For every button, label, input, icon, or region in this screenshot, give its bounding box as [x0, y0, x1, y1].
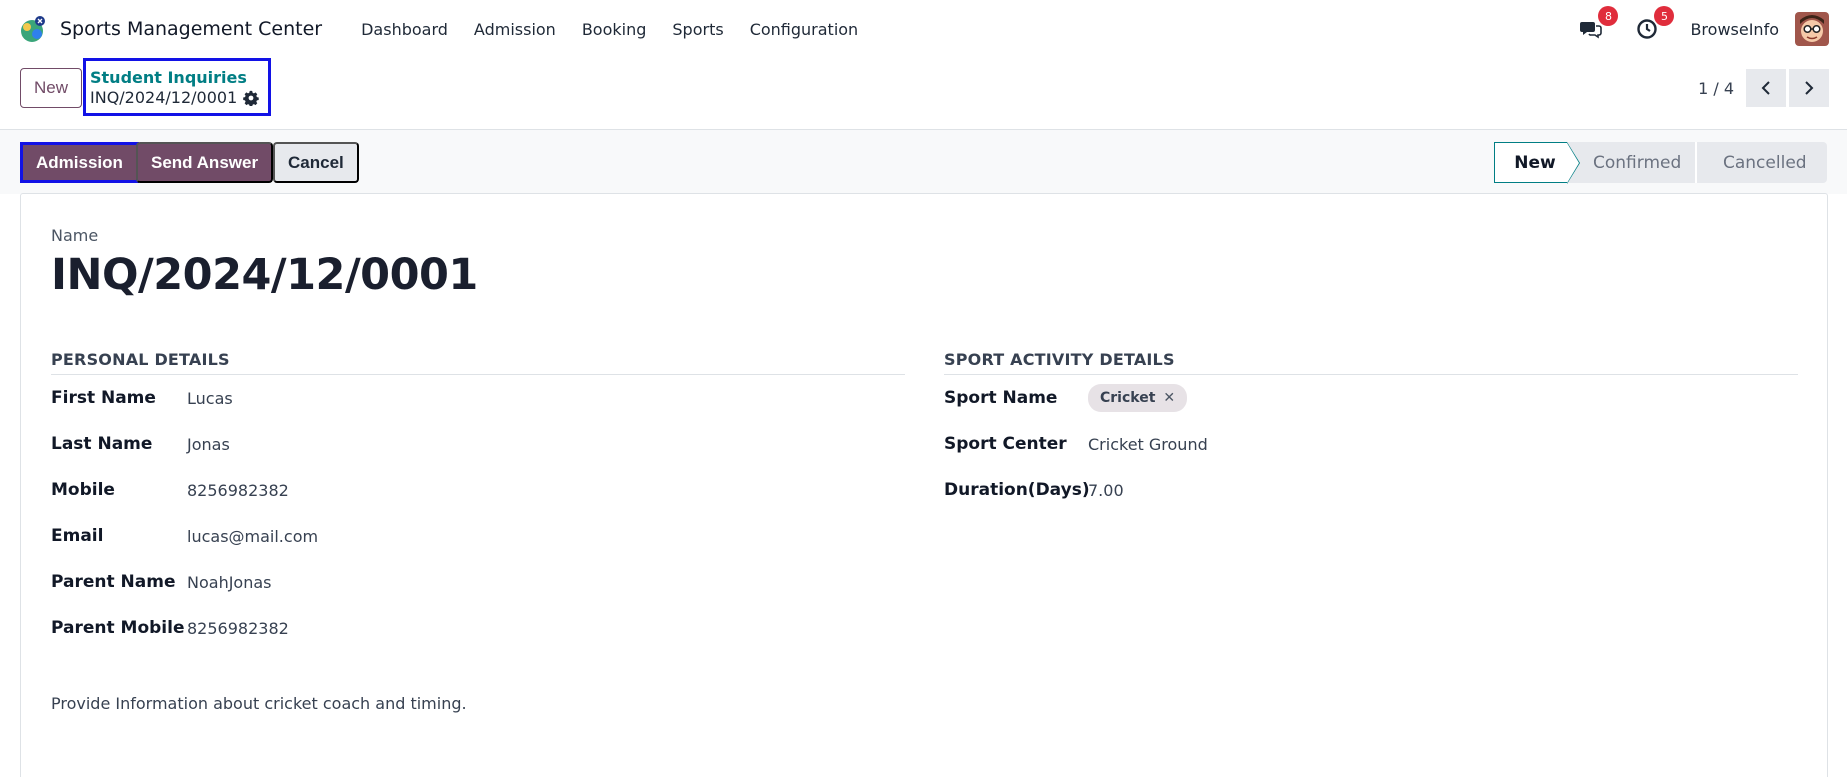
duration-input[interactable]: 7.00: [1088, 481, 1124, 500]
notes-field[interactable]: Provide Information about cricket coach …: [51, 694, 467, 713]
menu-booking[interactable]: Booking: [569, 20, 660, 39]
form-sheet: Name INQ/2024/12/0001 PERSONAL DETAILS F…: [20, 193, 1828, 777]
field-email: Email lucas@mail.com: [51, 513, 905, 559]
activities-count-badge: 5: [1654, 6, 1675, 26]
first-name-label: First Name: [51, 388, 156, 408]
messages-count-badge: 8: [1598, 6, 1619, 26]
menu-configuration[interactable]: Configuration: [737, 20, 872, 39]
send-answer-button[interactable]: Send Answer: [136, 142, 274, 183]
form-statusbar: Admission Send Answer Cancel New Confirm…: [0, 130, 1847, 194]
status-step-confirmed[interactable]: Confirmed: [1567, 142, 1697, 183]
pager-next-button[interactable]: [1789, 69, 1829, 107]
sport-center-input[interactable]: Cricket Ground: [1088, 435, 1208, 454]
field-mobile: Mobile 8256982382: [51, 467, 905, 513]
chevron-left-icon: [1761, 81, 1770, 95]
app-logo-icon[interactable]: [18, 14, 48, 44]
last-name-input[interactable]: Jonas: [187, 435, 230, 454]
breadcrumb: Student Inquiries INQ/2024/12/0001: [83, 58, 271, 116]
name-field[interactable]: INQ/2024/12/0001: [51, 250, 478, 300]
field-parent-mobile: Parent Mobile 8256982382: [51, 605, 905, 651]
pager: 1 / 4: [1698, 69, 1829, 107]
email-input[interactable]: lucas@mail.com: [187, 527, 318, 546]
admission-button[interactable]: Admission: [20, 142, 139, 183]
name-label: Name: [51, 226, 99, 245]
field-parent-name: Parent Name NoahJonas: [51, 559, 905, 605]
breadcrumb-parent-link[interactable]: Student Inquiries: [90, 68, 268, 88]
avatar-icon: [1795, 12, 1829, 46]
breadcrumb-current: INQ/2024/12/0001: [90, 88, 268, 108]
sport-activity-details-group: SPORT ACTIVITY DETAILS Sport Name Cricke…: [944, 350, 1798, 513]
sport-center-label: Sport Center: [944, 434, 1067, 454]
field-duration: Duration(Days) 7.00: [944, 467, 1798, 513]
status-pipeline: New Confirmed Cancelled: [1494, 142, 1827, 184]
menu-admission[interactable]: Admission: [461, 20, 569, 39]
sport-name-tag-label: Cricket: [1100, 390, 1156, 406]
parent-mobile-input[interactable]: 8256982382: [187, 619, 289, 638]
parent-name-input[interactable]: NoahJonas: [187, 573, 272, 592]
top-navbar: Sports Management Center Dashboard Admis…: [0, 0, 1847, 58]
control-panel: New Student Inquiries INQ/2024/12/0001 1…: [0, 58, 1847, 130]
breadcrumb-current-label: INQ/2024/12/0001: [90, 88, 238, 107]
sport-name-tag[interactable]: Cricket ✕: [1088, 384, 1188, 412]
menu-dashboard[interactable]: Dashboard: [348, 20, 461, 39]
status-step-cancelled[interactable]: Cancelled: [1697, 142, 1827, 183]
chevron-right-icon: [1805, 81, 1814, 95]
user-menu-name[interactable]: BrowseInfo: [1690, 20, 1779, 39]
personal-details-group: PERSONAL DETAILS First Name Lucas Last N…: [51, 350, 905, 651]
personal-details-title: PERSONAL DETAILS: [51, 350, 905, 375]
cancel-button[interactable]: Cancel: [273, 142, 359, 183]
field-first-name: First Name Lucas: [51, 375, 905, 421]
last-name-label: Last Name: [51, 434, 153, 454]
user-avatar[interactable]: [1795, 12, 1829, 46]
status-step-new[interactable]: New: [1494, 142, 1580, 184]
pager-value[interactable]: 1 / 4: [1698, 79, 1734, 98]
mobile-label: Mobile: [51, 480, 115, 500]
parent-name-label: Parent Name: [51, 572, 176, 592]
messages-button[interactable]: 8: [1578, 6, 1619, 42]
field-sport-center: Sport Center Cricket Ground: [944, 421, 1798, 467]
systray: 8 5 BrowseInfo: [1578, 6, 1829, 46]
mobile-input[interactable]: 8256982382: [187, 481, 289, 500]
main-menu: Dashboard Admission Booking Sports Confi…: [348, 20, 871, 39]
duration-label: Duration(Days): [944, 480, 1090, 500]
menu-sports[interactable]: Sports: [659, 20, 736, 39]
app-title[interactable]: Sports Management Center: [60, 18, 322, 40]
close-icon[interactable]: ✕: [1163, 390, 1175, 406]
field-sport-name: Sport Name Cricket ✕: [944, 375, 1798, 421]
gear-icon[interactable]: [243, 90, 259, 106]
field-last-name: Last Name Jonas: [51, 421, 905, 467]
activities-button[interactable]: 5: [1634, 6, 1675, 42]
new-record-button[interactable]: New: [20, 68, 83, 108]
sport-activity-details-title: SPORT ACTIVITY DETAILS: [944, 350, 1798, 375]
pager-previous-button[interactable]: [1746, 69, 1786, 107]
parent-mobile-label: Parent Mobile: [51, 618, 185, 638]
email-label: Email: [51, 526, 104, 546]
sport-name-label: Sport Name: [944, 388, 1058, 408]
first-name-input[interactable]: Lucas: [187, 389, 233, 408]
